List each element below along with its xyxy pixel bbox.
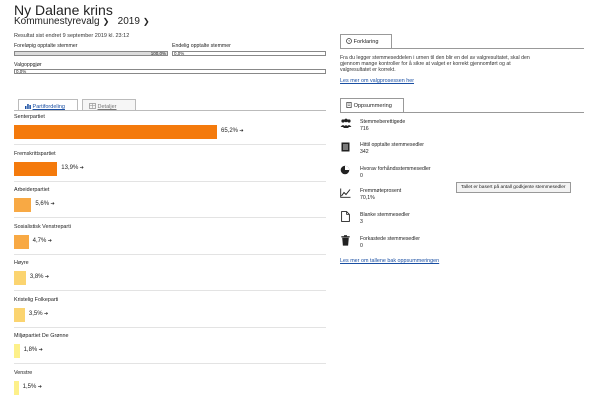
summary-value-2: 0 <box>360 173 363 179</box>
tab-explanation[interactable]: ? Forklaring <box>340 34 392 48</box>
arrow-right-icon: ➔ <box>42 310 49 317</box>
chevron-down-icon: ❯ <box>142 17 150 26</box>
summary-value-1: 342 <box>360 149 369 155</box>
party-bar[interactable] <box>14 198 32 212</box>
last-updated: Resultat sist endret 9 september 2019 kl… <box>14 33 130 39</box>
party-distribution-list: Senterpartiet 65,2% ➔ Fremskrittspartiet 13… <box>14 113 326 395</box>
chevron-down-icon: ❯ <box>102 17 110 26</box>
summary-link[interactable]: Les mer om tallene bak oppsummeringen <box>340 258 439 264</box>
table-icon <box>89 103 96 109</box>
party-percentage: 65,2% ➔ <box>221 128 244 134</box>
party-name: Kristelig Folkeparti <box>14 296 59 303</box>
party-bar[interactable] <box>14 380 19 395</box>
party-name: Høyre <box>14 260 29 266</box>
explanation-text: Fra du legger stemmeseddelen i urnen til… <box>340 55 530 73</box>
document-icon <box>346 102 352 108</box>
trash-icon <box>341 235 353 247</box>
party-percentage: 5,6% ➔ <box>35 201 54 207</box>
final-progress: 0,0% <box>172 51 326 56</box>
tab-explanation-label: Forklaring <box>353 39 379 45</box>
party-percentage-value: 65,2% <box>221 128 239 134</box>
row-divider <box>14 290 326 291</box>
party-percentage-value: 3,5% <box>28 310 43 317</box>
help-circle-icon: ? <box>346 38 352 44</box>
arrow-right-icon: ➔ <box>43 274 50 280</box>
final-value: 0,0% <box>174 51 185 56</box>
preliminary-label: Foreløpig opptalte stemmer <box>14 43 78 49</box>
summary-value-0: 716 <box>360 126 369 132</box>
settlement-progress: 0,0% <box>14 69 326 74</box>
arrow-right-icon: ➔ <box>37 347 43 353</box>
preliminary-progress: 100,0% <box>14 51 168 56</box>
summary-label-2: Hvorav forhåndsstemmesedler <box>360 166 431 172</box>
tab-divider <box>14 110 326 111</box>
party-bar[interactable] <box>14 125 217 139</box>
pie-icon <box>340 165 352 177</box>
bar-chart-icon <box>25 103 31 109</box>
summary-value-5: 0 <box>360 243 363 249</box>
party-percentage: 3,8% ➔ <box>30 274 49 280</box>
party-bar[interactable] <box>14 271 26 285</box>
year-dropdown[interactable]: 2019 ❯ <box>118 16 150 27</box>
party-bar[interactable] <box>14 344 20 358</box>
election-selector: Kommunestyrevalg ❯ 2019 ❯ <box>14 16 150 27</box>
party-bar[interactable] <box>14 307 25 322</box>
final-label: Endelig opptalte stemmer <box>172 43 231 49</box>
party-percentage: 1,8% ➔ <box>24 347 43 353</box>
turnout-chart-icon <box>340 188 352 200</box>
preliminary-value: 100,0% <box>150 51 166 56</box>
party-name: Sosialistisk Venstreparti <box>14 223 71 230</box>
party-name: Senterpartiet <box>14 114 45 120</box>
party-percentage-value: 13,9% <box>61 164 79 171</box>
party-percentage: 3,5% ➔ <box>29 311 48 317</box>
arrow-right-icon: ➔ <box>238 128 244 134</box>
party-percentage-value: 1,5% <box>22 383 37 390</box>
row-divider <box>14 217 326 218</box>
party-percentage-value: 4,7% <box>32 237 47 244</box>
party-bar[interactable] <box>14 161 58 176</box>
settlement-label: Valgoppgjør <box>14 62 42 68</box>
party-name: Venstre <box>14 369 33 376</box>
summary-value-3: 70,1% <box>360 195 375 201</box>
party-percentage: 4,7% ➔ <box>33 238 52 244</box>
party-name: Miljøpartiet De Grønne <box>14 333 69 339</box>
party-name: Fremskrittspartiet <box>14 150 56 157</box>
arrow-right-icon: ➔ <box>49 201 55 207</box>
settlement-value: 0,0% <box>16 69 27 74</box>
blank-document-icon <box>341 211 353 223</box>
summary-divider <box>340 112 584 113</box>
row-divider <box>14 253 326 255</box>
tab-summary-label: Oppsummering <box>353 103 392 109</box>
row-divider <box>14 363 326 364</box>
summary-label-4: Blanke stemmesedler <box>360 212 410 218</box>
party-percentage: 1,5% ➔ <box>23 384 42 390</box>
party-percentage-value: 5,6% <box>35 201 50 207</box>
preliminary-progress-fill <box>15 52 167 55</box>
arrow-right-icon: ➔ <box>46 237 52 244</box>
tab-summary[interactable]: Oppsummering <box>340 98 404 112</box>
summary-value-4: 3 <box>360 219 363 225</box>
party-percentage: 13,9% ➔ <box>61 165 84 171</box>
summary-label-0: Stemmeberettigede <box>360 119 406 125</box>
row-divider <box>14 180 326 182</box>
summary-label-3: Fremmøteprosent <box>360 188 402 194</box>
arrow-right-icon: ➔ <box>36 383 42 390</box>
explanation-divider <box>340 48 584 49</box>
ballot-list-icon <box>341 142 353 154</box>
arrow-right-icon: ➔ <box>78 164 84 171</box>
row-divider <box>14 144 326 145</box>
party-bar[interactable] <box>14 234 29 249</box>
summary-label-1: Hittil opptalte stemmesedler <box>360 142 425 148</box>
row-divider <box>14 326 326 328</box>
summary-label-5: Forkastede stemmesedler <box>360 236 420 242</box>
party-percentage-value: 3,8% <box>29 274 44 280</box>
process-link[interactable]: Les mer om valgprosessen her <box>340 78 414 84</box>
party-name: Arbeiderpartiet <box>14 187 50 193</box>
party-percentage-value: 1,8% <box>23 347 38 353</box>
turnout-tooltip: Tallet er basert på antall godkjente ste… <box>456 182 571 193</box>
voters-group-icon <box>340 118 354 132</box>
election-type-dropdown[interactable]: Kommunestyrevalg ❯ <box>14 16 109 27</box>
